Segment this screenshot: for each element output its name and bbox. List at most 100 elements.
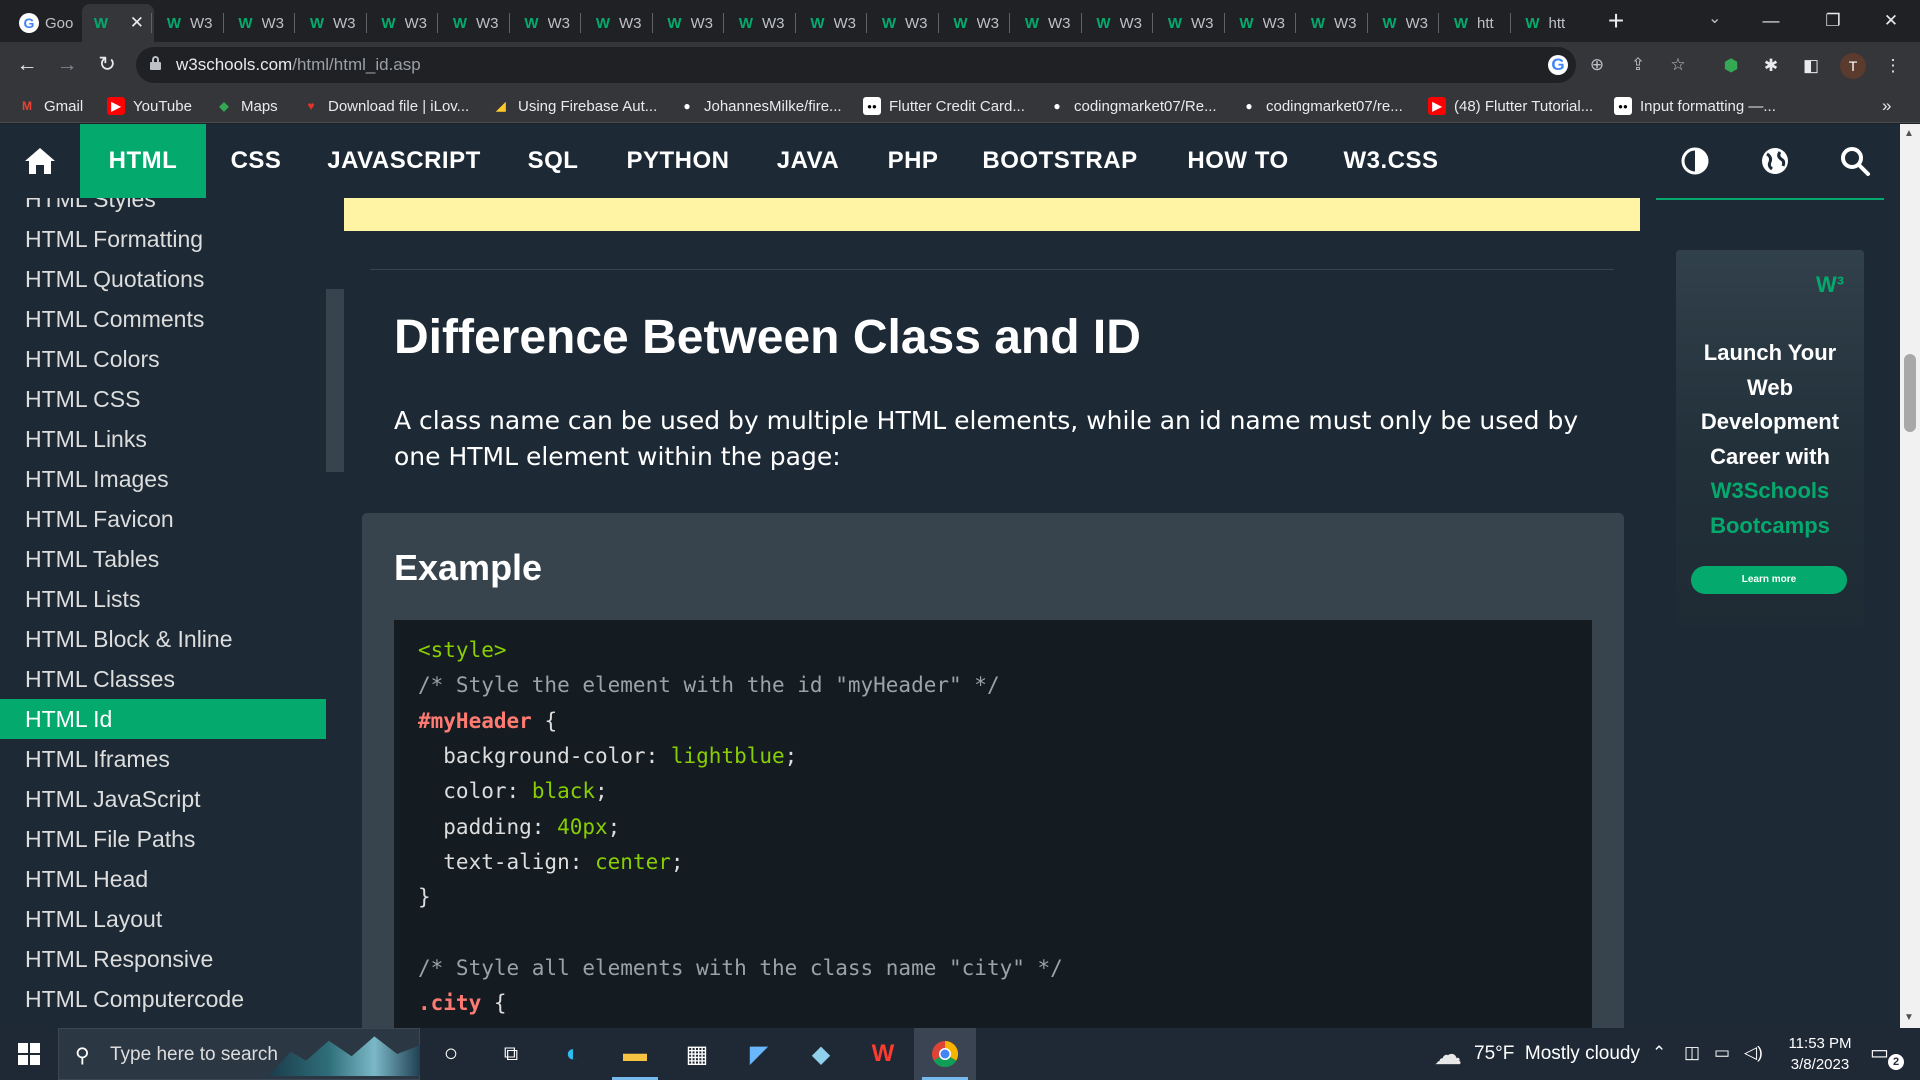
nav-link-bootstrap[interactable]: BOOTSTRAP: [962, 124, 1158, 198]
start-button[interactable]: [0, 1028, 58, 1080]
url-text[interactable]: w3schools.com/html/html_id.asp: [176, 55, 421, 75]
file-explorer-icon[interactable]: ▬: [604, 1028, 666, 1080]
app2-icon[interactable]: ◆: [790, 1028, 852, 1080]
meet-now-icon[interactable]: ◫: [1684, 1043, 1700, 1063]
extension-icon[interactable]: ⬢: [1718, 53, 1744, 79]
sidebar-item[interactable]: HTML Responsive: [0, 939, 326, 979]
learn-more-button[interactable]: Learn more: [1691, 566, 1847, 594]
bookmark-item[interactable]: ▶ (48) Flutter Tutorial...: [1428, 94, 1593, 118]
scroll-up-arrow-icon[interactable]: ▲: [1904, 128, 1914, 139]
sidebar-item[interactable]: HTML Tables: [0, 539, 326, 579]
sidebar-item[interactable]: HTML Comments: [0, 299, 326, 339]
browser-tab[interactable]: W ✕: [82, 4, 154, 42]
forward-button[interactable]: →: [50, 48, 84, 82]
system-clock[interactable]: 11:53 PM 3/8/2023: [1770, 1033, 1870, 1075]
page-scrollbar[interactable]: ▲ ▼: [1900, 124, 1920, 1028]
sidebar-item[interactable]: HTML Styles: [0, 198, 326, 219]
browser-tab[interactable]: W W3: [513, 4, 577, 42]
back-button[interactable]: ←: [10, 48, 44, 82]
sidebar-item[interactable]: HTML Links: [0, 419, 326, 459]
browser-tab[interactable]: W W3: [227, 4, 291, 42]
bookmark-item[interactable]: ● codingmarket07/re...: [1240, 94, 1402, 118]
store-icon[interactable]: ▦: [666, 1028, 728, 1080]
bootcamp-ad[interactable]: W³ Launch Your Web Development Career with W…: [1676, 250, 1864, 626]
scroll-down-arrow-icon[interactable]: ▼: [1904, 1012, 1914, 1023]
browser-tab[interactable]: W W3: [1371, 4, 1435, 42]
reload-button[interactable]: ↻: [90, 48, 124, 82]
browser-tab[interactable]: W W3: [584, 4, 648, 42]
task-view-icon[interactable]: ⧉: [480, 1028, 542, 1080]
nav-link-sql[interactable]: SQL: [502, 124, 604, 198]
nav-link-java[interactable]: JAVA: [752, 124, 864, 198]
lock-icon[interactable]: [150, 56, 161, 70]
bookmark-item[interactable]: ▶ YouTube: [107, 94, 192, 118]
share-icon[interactable]: ⇪: [1626, 53, 1650, 77]
extensions-puzzle-icon[interactable]: ✱: [1758, 53, 1784, 79]
wps-office-icon[interactable]: W: [852, 1028, 914, 1080]
sidebar-item[interactable]: HTML File Paths: [0, 819, 326, 859]
browser-tab[interactable]: Whtt: [1442, 4, 1506, 42]
bookmark-item[interactable]: ●● Flutter Credit Card...: [863, 94, 1025, 118]
scrollbar-thumb[interactable]: [1904, 354, 1916, 432]
dark-mode-toggle-icon[interactable]: [1678, 144, 1712, 178]
browser-tab[interactable]: W W3: [441, 4, 505, 42]
nav-link-python[interactable]: PYTHON: [604, 124, 752, 198]
sidebar-item[interactable]: HTML Block & Inline: [0, 619, 326, 659]
sidebar-item[interactable]: HTML JavaScript: [0, 779, 326, 819]
browser-tab[interactable]: W W3: [1013, 4, 1077, 42]
browser-tab[interactable]: W W3: [1299, 4, 1363, 42]
bookmark-item[interactable]: ♥ Download file | iLov...: [302, 94, 469, 118]
tab-search-icon[interactable]: ⌄: [1708, 8, 1721, 28]
restore-button[interactable]: ❐: [1806, 4, 1860, 38]
sidebar-item[interactable]: HTML Head: [0, 859, 326, 899]
side-panel-icon[interactable]: ◧: [1798, 53, 1824, 79]
sidebar-item[interactable]: HTML Semantics: [0, 1019, 326, 1028]
browser-tab[interactable]: W W3: [656, 4, 720, 42]
cortana-icon[interactable]: ○: [420, 1028, 482, 1080]
nav-link-php[interactable]: PHP: [864, 124, 962, 198]
bookmark-item[interactable]: ● codingmarket07/Re...: [1048, 94, 1216, 118]
sidebar-item[interactable]: HTML Favicon: [0, 499, 326, 539]
sidebar-item[interactable]: HTML Iframes: [0, 739, 326, 779]
bookmarks-overflow-icon[interactable]: »: [1882, 96, 1891, 116]
chrome-icon[interactable]: [914, 1028, 976, 1080]
minimize-button[interactable]: —: [1744, 4, 1798, 38]
bookmark-item[interactable]: ● JohannesMilke/fire...: [678, 94, 841, 118]
browser-tab[interactable]: W W3: [799, 4, 863, 42]
close-window-button[interactable]: ✕: [1864, 4, 1918, 38]
bookmark-item[interactable]: M Gmail: [18, 94, 83, 118]
app-icon[interactable]: ◤: [728, 1028, 790, 1080]
sidebar-item[interactable]: HTML Quotations: [0, 259, 326, 299]
nav-link-w3-css[interactable]: W3.CSS: [1318, 124, 1464, 198]
close-tab-icon[interactable]: ✕: [130, 13, 144, 33]
browser-tab[interactable]: W W3: [370, 4, 434, 42]
bookmark-item[interactable]: ●● Input formatting —...: [1614, 94, 1776, 118]
sidebar-scrollbar[interactable]: [326, 289, 344, 472]
notification-center-icon[interactable]: ▭ 2: [1870, 1040, 1904, 1070]
browser-tab[interactable]: W W3: [1228, 4, 1292, 42]
browser-tab[interactable]: W W3: [298, 4, 362, 42]
menu-kebab-icon[interactable]: ⋮: [1880, 53, 1906, 79]
sidebar-item[interactable]: HTML Classes: [0, 659, 326, 699]
bookmark-item[interactable]: ◢ Using Firebase Aut...: [492, 94, 657, 118]
volume-icon[interactable]: ◁): [1744, 1043, 1763, 1063]
browser-tab[interactable]: W W3: [155, 4, 219, 42]
nav-link-css[interactable]: CSS: [206, 124, 306, 198]
browser-tab[interactable]: W W3: [1156, 4, 1220, 42]
sidebar-item[interactable]: HTML Colors: [0, 339, 326, 379]
globe-icon[interactable]: [1758, 144, 1792, 178]
home-button[interactable]: [0, 124, 80, 198]
zoom-icon[interactable]: ⊕: [1585, 53, 1609, 77]
sidebar-item[interactable]: HTML Formatting: [0, 219, 326, 259]
sidebar-item[interactable]: HTML Images: [0, 459, 326, 499]
new-tab-button[interactable]: +: [1600, 6, 1632, 38]
show-hidden-icons-icon[interactable]: ⌃: [1652, 1043, 1666, 1063]
browser-tab[interactable]: G Goo: [10, 4, 74, 42]
bookmark-star-icon[interactable]: ☆: [1666, 53, 1690, 77]
browser-tab[interactable]: W W3: [870, 4, 934, 42]
browser-tab[interactable]: W W3: [1085, 4, 1149, 42]
nav-link-javascript[interactable]: JAVASCRIPT: [306, 124, 502, 198]
sidebar-item[interactable]: HTML Lists: [0, 579, 326, 619]
sidebar-item[interactable]: HTML Id: [0, 699, 326, 739]
browser-tab[interactable]: W W3: [727, 4, 791, 42]
